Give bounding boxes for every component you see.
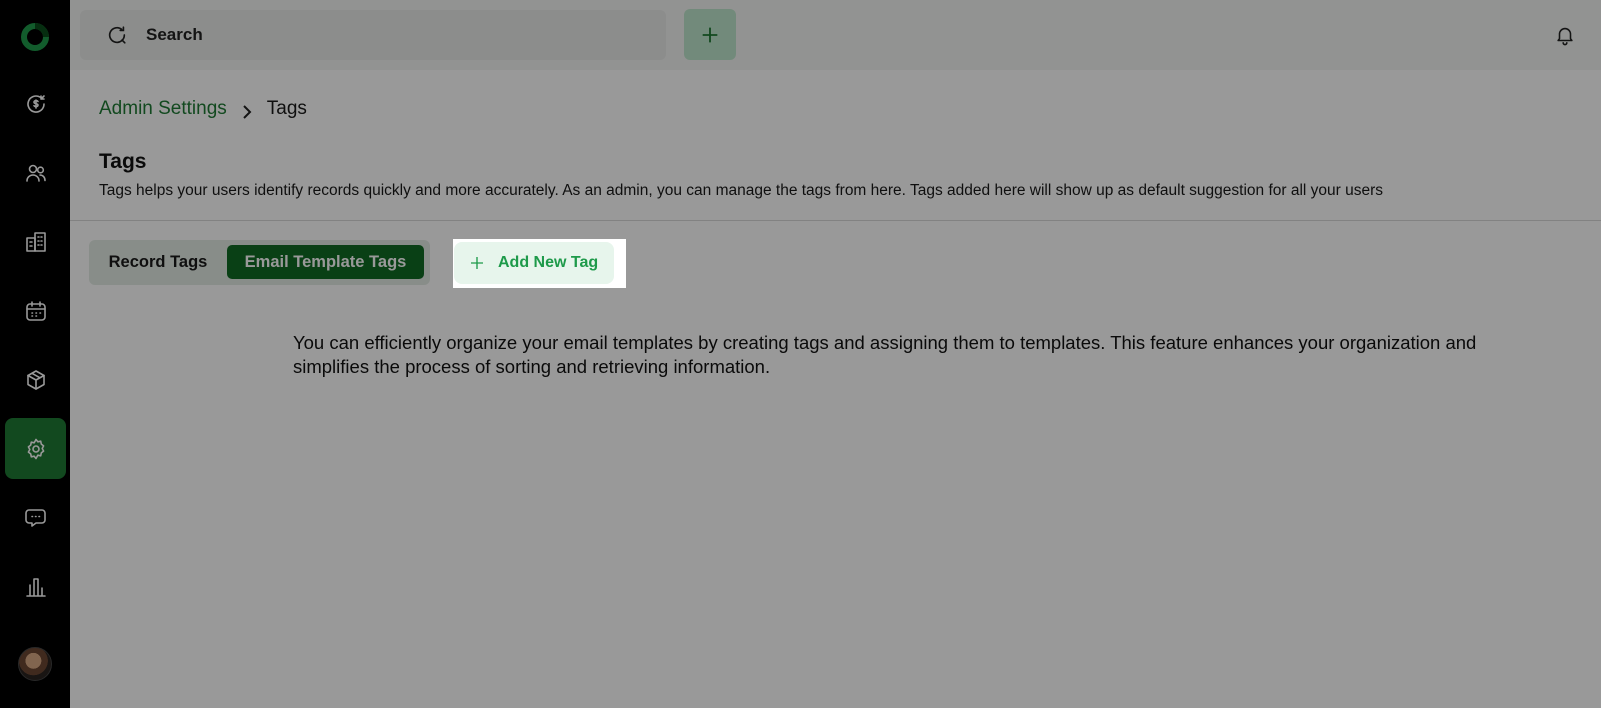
sidebar-item-revenue[interactable] bbox=[5, 73, 66, 134]
breadcrumb-admin-settings[interactable]: Admin Settings bbox=[99, 98, 227, 120]
notifications-button[interactable] bbox=[1554, 24, 1576, 46]
chat-icon bbox=[24, 508, 46, 527]
search-placeholder: Search bbox=[146, 25, 203, 44]
dollar-cycle-icon bbox=[26, 94, 45, 113]
tag-type-tabs: Record Tags Email Template Tags bbox=[89, 240, 430, 285]
divider bbox=[70, 220, 1601, 221]
brand-logo-icon[interactable] bbox=[20, 22, 50, 52]
quick-add-button[interactable] bbox=[684, 9, 736, 60]
box-icon bbox=[26, 369, 45, 390]
sidebar-item-contacts[interactable] bbox=[5, 142, 66, 203]
sidebar-item-settings[interactable] bbox=[5, 418, 66, 479]
bell-icon bbox=[1557, 27, 1573, 46]
chevron-right-icon bbox=[241, 103, 253, 119]
sidebar-item-messages[interactable] bbox=[5, 487, 66, 548]
empty-state-text: You can efficiently organize your email … bbox=[293, 332, 1477, 377]
main-content: Search Admin Settings Tags Tags Tags hel… bbox=[70, 0, 1601, 708]
breadcrumb-current: Tags bbox=[266, 98, 307, 119]
avatar[interactable] bbox=[18, 647, 52, 681]
users-icon bbox=[25, 164, 46, 182]
page-description: Tags helps your users identify records q… bbox=[99, 182, 1384, 199]
add-new-tag-button[interactable]: Add New Tag bbox=[454, 242, 614, 284]
tab-record-tags[interactable]: Record Tags bbox=[93, 245, 223, 279]
plus-icon bbox=[702, 27, 718, 42]
plus-icon bbox=[471, 257, 483, 269]
sidebar bbox=[0, 0, 70, 708]
calendar-icon bbox=[25, 300, 46, 321]
sidebar-item-products[interactable] bbox=[5, 349, 66, 410]
gear-icon bbox=[27, 438, 44, 459]
top-bar: Search bbox=[70, 0, 1601, 70]
add-new-tag-label: Add New Tag bbox=[498, 254, 599, 271]
search-input[interactable]: Search bbox=[80, 10, 666, 60]
search-refresh-icon bbox=[108, 26, 126, 44]
sidebar-item-reports[interactable] bbox=[5, 556, 66, 617]
page-title: Tags bbox=[99, 150, 147, 173]
building-icon bbox=[25, 231, 46, 252]
tab-email-template-tags[interactable]: Email Template Tags bbox=[227, 245, 424, 279]
sidebar-item-companies[interactable] bbox=[5, 211, 66, 272]
sidebar-item-calendar[interactable] bbox=[5, 280, 66, 341]
bar-chart-icon bbox=[25, 577, 46, 597]
breadcrumb: Admin Settings Tags bbox=[99, 98, 307, 120]
